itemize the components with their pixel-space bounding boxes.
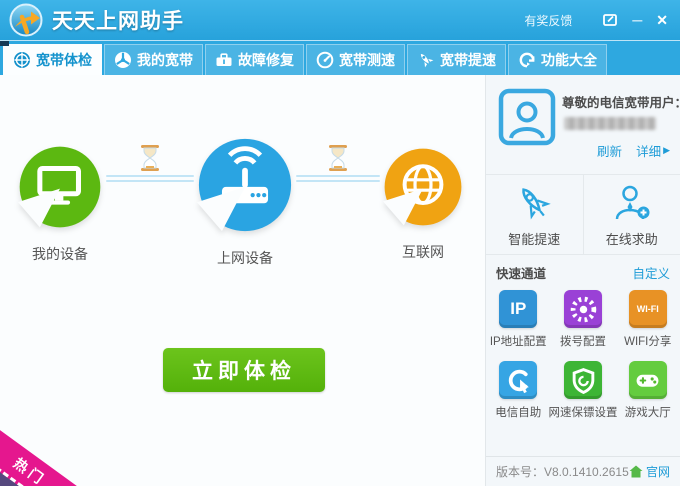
- router-icon: [197, 137, 293, 233]
- tab-label: 故障修复: [238, 50, 294, 70]
- telecom-self-icon: [499, 361, 537, 399]
- tab-speed-up[interactable]: 宽带提速: [407, 44, 506, 75]
- app-window: 天天上网助手 有奖反馈 ─ ✕ 宽带体检: [0, 0, 680, 486]
- tab-bar: 宽带体检 我的宽带 故障修复 宽带测速: [0, 40, 680, 75]
- minimize-button[interactable]: ─: [632, 12, 642, 28]
- connection-line: [106, 180, 194, 182]
- quick-item-label: WIFI分享: [624, 333, 671, 349]
- quick-item-telecom-self[interactable]: 电信自助: [488, 361, 549, 420]
- smart-speedup-button[interactable]: 智能提速: [486, 175, 583, 254]
- customize-link[interactable]: 自定义: [632, 263, 670, 282]
- quick-item-wifi-share[interactable]: WI-FI WIFI分享: [618, 290, 679, 349]
- computer-icon: [18, 145, 102, 229]
- user-avatar-icon: [498, 88, 556, 146]
- node-my-devices: 我的设备: [18, 145, 102, 264]
- quick-item-label: 电信自助: [495, 404, 541, 420]
- features-icon: [518, 51, 536, 69]
- health-check-icon: [13, 51, 31, 69]
- close-button[interactable]: ✕: [656, 12, 668, 29]
- check-now-button[interactable]: 立即体检: [163, 348, 325, 392]
- node-internet: 互联网: [383, 147, 463, 262]
- action-label: 智能提速: [508, 229, 560, 248]
- version-bar: 版本号：V8.0.1410.2615 官网: [486, 456, 680, 486]
- tab-speed-test[interactable]: 宽带测速: [306, 44, 405, 75]
- node-label: 互联网: [402, 242, 444, 262]
- quick-item-label: 拨号配置: [560, 333, 606, 349]
- tab-label: 宽带测速: [339, 50, 395, 70]
- dial-config-icon: [564, 290, 602, 328]
- tab-label: 宽带体检: [36, 50, 92, 70]
- ip-config-icon: IP: [499, 290, 537, 328]
- online-help-button[interactable]: 在线求助: [583, 175, 680, 254]
- tab-my-broadband[interactable]: 我的宽带: [104, 44, 203, 75]
- content-area: 我的设备: [0, 75, 680, 486]
- connection-line: [296, 175, 380, 177]
- node-label: 上网设备: [217, 248, 273, 268]
- feedback-link[interactable]: 有奖反馈: [524, 12, 572, 29]
- repair-icon: [215, 51, 233, 69]
- quick-item-label: 游戏大厅: [625, 404, 671, 420]
- action-label: 在线求助: [606, 229, 658, 248]
- quick-item-speed-guard[interactable]: 网速保镖设置: [549, 361, 618, 420]
- connection-line: [296, 180, 380, 182]
- rocket-icon: [513, 182, 555, 224]
- wifi-share-icon: WI-FI: [629, 290, 667, 328]
- quick-item-label: 网速保镖设置: [549, 404, 618, 420]
- main-panel: 我的设备: [0, 75, 485, 486]
- quick-channel-title: 快速通道: [496, 263, 546, 282]
- user-panel: 尊敬的电信宽带用户： 刷新 详细 ▶: [486, 75, 680, 175]
- action-row: 智能提速 在线求助: [486, 175, 680, 255]
- hourglass-icon: [328, 145, 348, 171]
- speed-up-icon: [417, 51, 435, 69]
- quick-item-dial-config[interactable]: 拨号配置: [549, 290, 618, 349]
- feedback-icon[interactable]: [602, 12, 618, 28]
- hot-corner-ribbon[interactable]: 热门: [0, 420, 84, 486]
- tab-broadband-check[interactable]: 宽带体检: [3, 44, 102, 75]
- quick-channel-grid: IP IP地址配置 拨号配置 WI-FI: [486, 286, 680, 424]
- tab-corner-accent: [0, 41, 9, 46]
- online-help-icon: [611, 182, 653, 224]
- tab-label: 我的宽带: [137, 50, 193, 70]
- node-label: 我的设备: [32, 244, 88, 264]
- globe-icon: [383, 147, 463, 227]
- refresh-link[interactable]: 刷新: [597, 141, 622, 160]
- official-site-link[interactable]: 官网: [629, 463, 670, 480]
- connector-right: [296, 172, 380, 185]
- my-broadband-icon: [114, 51, 132, 69]
- node-router: 上网设备: [197, 137, 293, 268]
- shield-icon: [564, 361, 602, 399]
- ribbon-label: 热门: [10, 453, 51, 486]
- quick-channel-header: 快速通道 自定义: [486, 255, 680, 286]
- speed-test-icon: [316, 51, 334, 69]
- home-icon: [629, 465, 643, 478]
- tab-label: 功能大全: [541, 50, 597, 70]
- app-logo-icon: [8, 3, 44, 37]
- sidebar: 尊敬的电信宽带用户： 刷新 详细 ▶: [485, 75, 680, 486]
- gamepad-icon: [629, 361, 667, 399]
- version-label: 版本号：V8.0.1410.2615: [496, 463, 629, 480]
- hourglass-icon: [140, 145, 160, 171]
- app-title: 天天上网助手: [52, 5, 184, 35]
- connection-line: [106, 175, 194, 177]
- detail-link[interactable]: 详细 ▶: [636, 141, 670, 160]
- arrow-right-icon: ▶: [663, 145, 670, 156]
- user-links: 刷新 详细 ▶: [597, 141, 670, 160]
- title-bar: 天天上网助手 有奖反馈 ─ ✕: [0, 0, 680, 40]
- account-number-blurred: [564, 117, 656, 130]
- connector-left: [106, 172, 194, 185]
- user-greeting: 尊敬的电信宽带用户：: [562, 92, 680, 111]
- tab-all-features[interactable]: 功能大全: [508, 44, 607, 75]
- tab-fault-repair[interactable]: 故障修复: [205, 44, 304, 75]
- quick-item-game-hall[interactable]: 游戏大厅: [618, 361, 679, 420]
- quick-item-ip-config[interactable]: IP IP地址配置: [488, 290, 549, 349]
- tab-label: 宽带提速: [440, 50, 496, 70]
- ribbon-fold: 热门: [0, 420, 84, 486]
- quick-item-label: IP地址配置: [490, 333, 547, 349]
